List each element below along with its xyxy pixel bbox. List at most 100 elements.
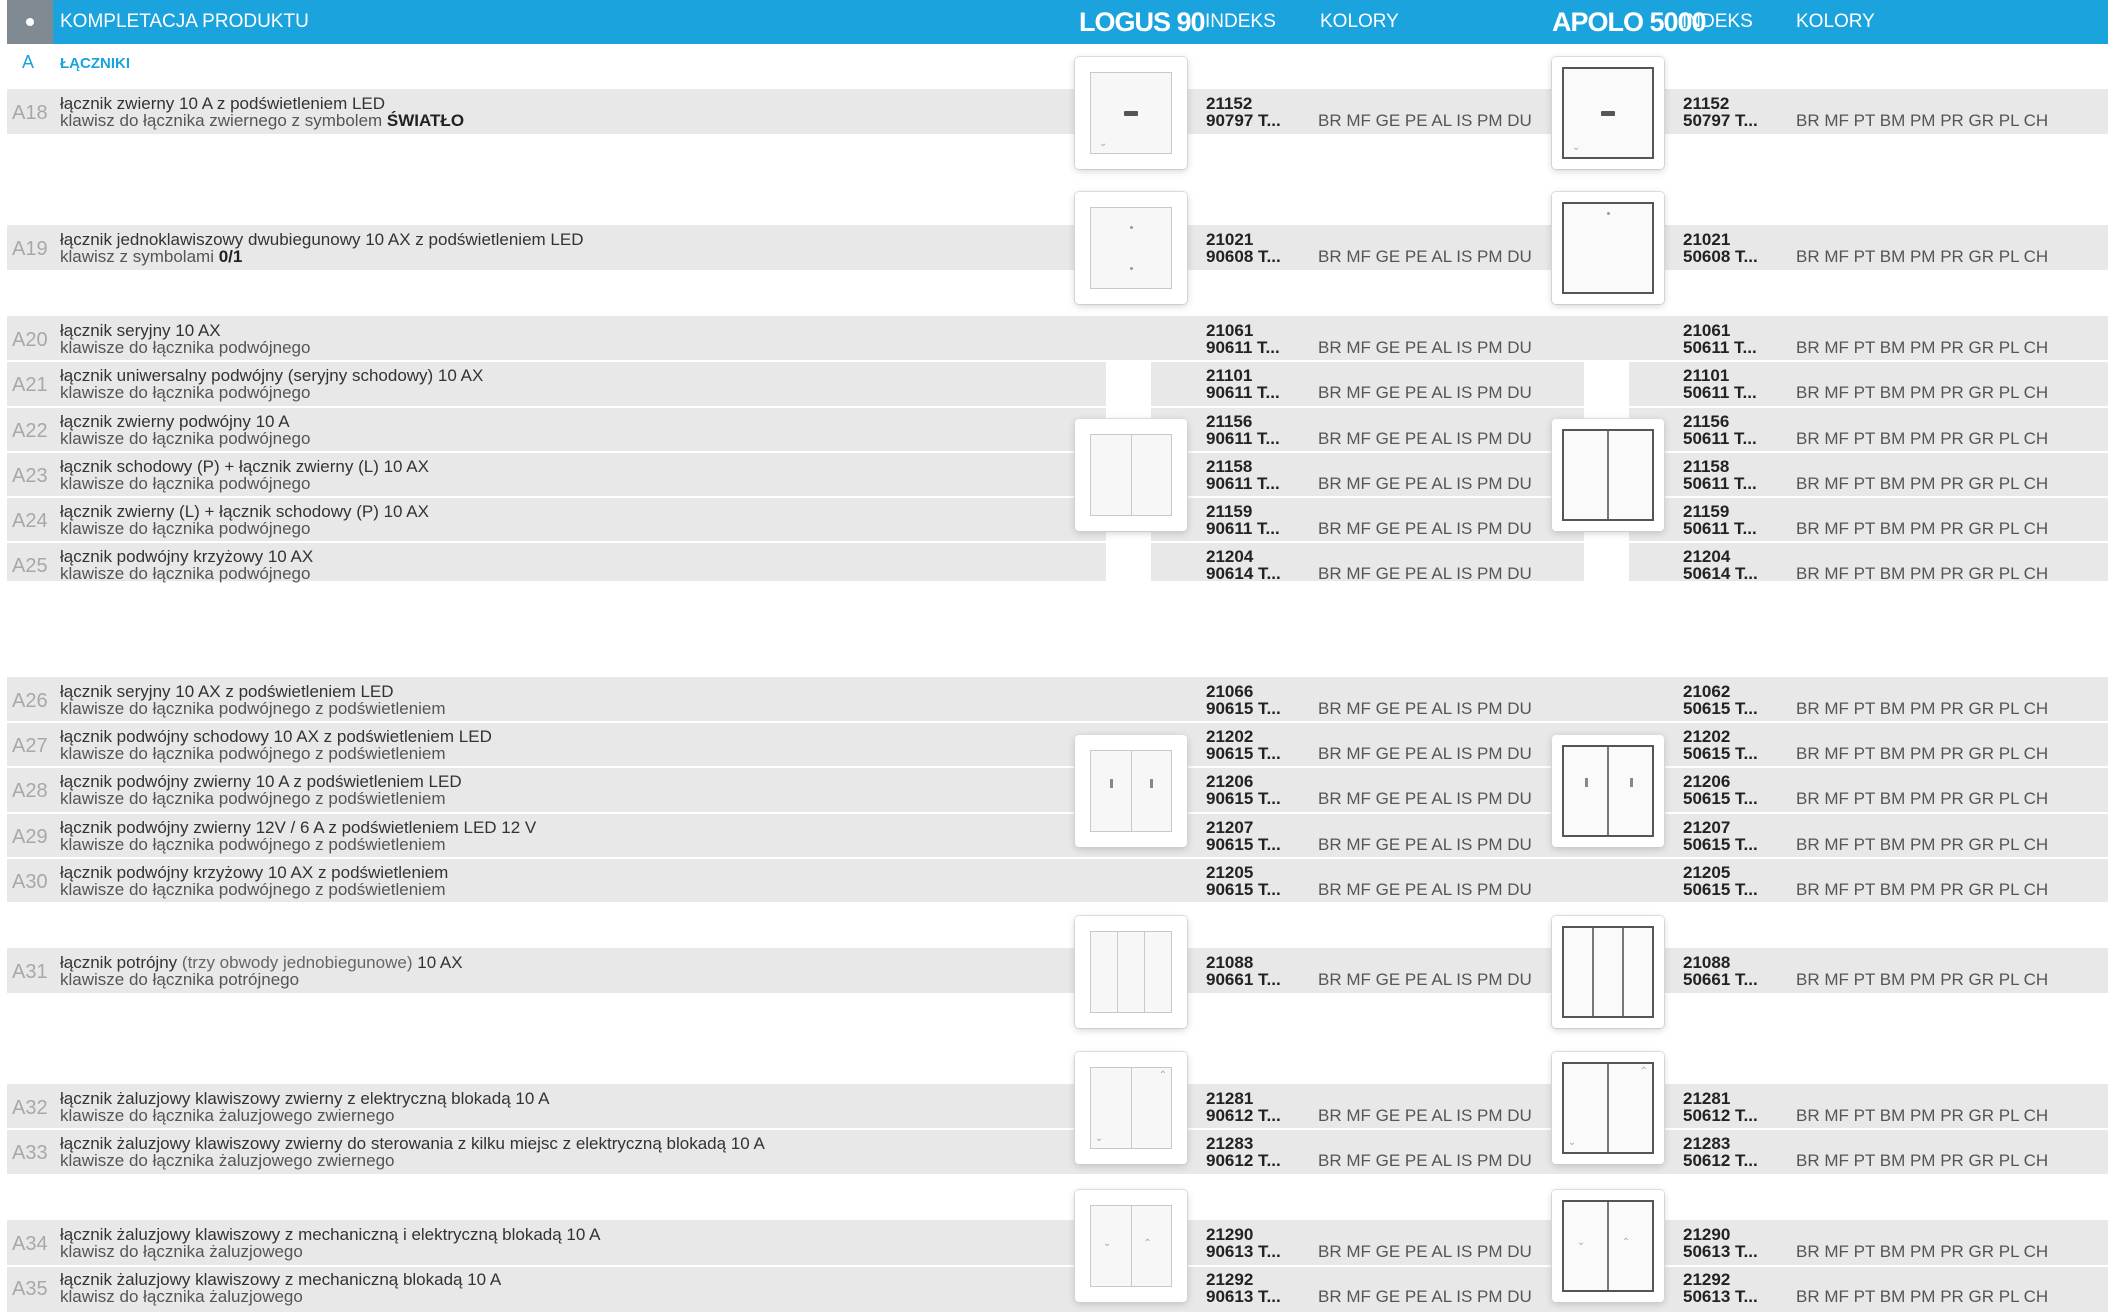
logus-index-key: 90608 T...: [1206, 247, 1281, 266]
apolo-index-key: 50613 T...: [1683, 1242, 1758, 1261]
apolo-colors: BR MF PT BM PM PR GR PL CH: [1796, 1106, 2049, 1125]
row-divider: [7, 1128, 2108, 1130]
logus-index-key: 90615 T...: [1206, 835, 1281, 854]
logus-blind-switch-image: ⌄ ⌃: [1075, 1052, 1187, 1164]
apolo-colors: BR MF PT BM PM PR GR PL CH: [1796, 835, 2049, 854]
header-indeks-logus: INDEKS: [1205, 11, 1276, 32]
logus-index-key: 90611 T...: [1206, 429, 1280, 448]
apolo-single-switch-image: [1552, 192, 1664, 304]
row-code: A25: [12, 555, 48, 577]
row-subtitle: klawisz z symbolami 0/1: [60, 248, 242, 266]
row-subtitle: klawisz do łącznika zwiernego z symbolem…: [60, 112, 464, 130]
logus-single-switch-led-image: ⌄: [1075, 57, 1187, 169]
apolo-colors: BR MF PT BM PM PR GR PL CH: [1796, 474, 2049, 493]
bullet-icon: [7, 0, 53, 44]
logus-index-key: 90611 T...: [1206, 338, 1280, 357]
row-subtitle: klawisze do łącznika podwójnego: [60, 384, 310, 402]
logus-colors: BR MF GE PE AL IS PM DU: [1318, 519, 1532, 538]
logus-index-key: 90614 T...: [1206, 564, 1281, 583]
row-spacer: [7, 587, 2108, 677]
logus-index-key: 90797 T...: [1206, 111, 1281, 130]
logus-index-key: 90615 T...: [1206, 699, 1281, 718]
row-subtitle-text: klawisze do łącznika podwójnego: [60, 429, 311, 448]
apolo-index-key: 50615 T...: [1683, 835, 1758, 854]
logus-colors: BR MF GE PE AL IS PM DU: [1318, 474, 1532, 493]
row-symbol-label: ŚWIATŁO: [386, 111, 465, 130]
logus-index-key: 90611 T...: [1206, 383, 1280, 402]
row-subtitle-text: klawisz do łącznika żaluzjowego: [60, 1242, 303, 1261]
apolo-colors: BR MF PT BM PM PR GR PL CH: [1796, 383, 2049, 402]
row-subtitle: klawisze do łącznika żaluzjowego zwierne…: [60, 1107, 395, 1125]
row-divider: [7, 406, 2108, 408]
row-subtitle: klawisz do łącznika żaluzjowego: [60, 1243, 303, 1261]
logus-index-key: 90612 T...: [1206, 1106, 1281, 1125]
row-subtitle: klawisze do łącznika podwójnego z podświ…: [60, 881, 446, 899]
header-kolory-logus: KOLORY: [1320, 11, 1399, 32]
logus-colors: BR MF GE PE AL IS PM DU: [1318, 970, 1532, 989]
apolo-index-key: 50615 T...: [1683, 880, 1758, 899]
apolo-index-key: 50612 T...: [1683, 1151, 1758, 1170]
logus-single-switch-image: [1075, 192, 1187, 304]
apolo-blind-mech-switch-image: ⌄ ⌃: [1552, 1190, 1664, 1302]
row-subtitle: klawisze do łącznika podwójnego: [60, 339, 310, 357]
row-code: A26: [12, 690, 48, 712]
apolo-colors: BR MF PT BM PM PR GR PL CH: [1796, 111, 2049, 130]
apolo-colors: BR MF PT BM PM PR GR PL CH: [1796, 519, 2049, 538]
logus-colors: BR MF GE PE AL IS PM DU: [1318, 338, 1532, 357]
row-subtitle: klawisze do łącznika podwójnego z podświ…: [60, 745, 446, 763]
logus-index-key: 90615 T...: [1206, 880, 1281, 899]
apolo-index-key: 50611 T...: [1683, 429, 1757, 448]
apolo-index-key: 50611 T...: [1683, 383, 1757, 402]
row-code: A30: [12, 871, 48, 893]
row-title-tail: 10 AX: [417, 953, 463, 972]
row-code: A22: [12, 420, 48, 442]
brand-logus: LOGUS 90: [1079, 7, 1206, 37]
row-subtitle-text: klawisze do łącznika potrójnego: [60, 970, 300, 989]
row-subtitle: klawisze do łącznika potrójnego: [60, 971, 299, 989]
row-subtitle-text: klawisze do łącznika podwójnego: [60, 338, 311, 357]
apolo-index-key: 50611 T...: [1683, 474, 1757, 493]
logus-colors: BR MF GE PE AL IS PM DU: [1318, 789, 1532, 808]
row-subtitle-text: klawisze do łącznika podwójnego z podświ…: [60, 880, 446, 899]
row-subtitle-text: klawisz do łącznika żaluzjowego: [60, 1287, 303, 1306]
row-subtitle-text: klawisze do łącznika podwójnego z podświ…: [60, 789, 446, 808]
apolo-index-key: 50615 T...: [1683, 744, 1758, 763]
row-code: A18: [12, 102, 48, 124]
logus-index-key: 90615 T...: [1206, 789, 1281, 808]
row-subtitle: klawisze do łącznika podwójnego z podświ…: [60, 790, 446, 808]
logus-colors: BR MF GE PE AL IS PM DU: [1318, 383, 1532, 402]
apolo-index-key: 50608 T...: [1683, 247, 1758, 266]
row-divider: [7, 451, 2108, 453]
row-subtitle-text: klawisze do łącznika żaluzjowego zwierne…: [60, 1151, 395, 1170]
logus-colors: BR MF GE PE AL IS PM DU: [1318, 429, 1532, 448]
apolo-colors: BR MF PT BM PM PR GR PL CH: [1796, 880, 2049, 899]
row-code: A35: [12, 1278, 48, 1300]
row-code: A20: [12, 329, 48, 351]
row-subtitle: klawisze do łącznika podwójnego z podświ…: [60, 836, 446, 854]
row-divider: [7, 360, 2108, 362]
row-code: A33: [12, 1142, 48, 1164]
logus-colors: BR MF GE PE AL IS PM DU: [1318, 111, 1532, 130]
logus-colors: BR MF GE PE AL IS PM DU: [1318, 1242, 1532, 1261]
apolo-colors: BR MF PT BM PM PR GR PL CH: [1796, 1151, 2049, 1170]
row-subtitle: klawisze do łącznika podwójnego: [60, 520, 310, 538]
logus-index-key: 90611 T...: [1206, 519, 1280, 538]
row-code: A29: [12, 826, 48, 848]
apolo-triple-switch-image: [1552, 916, 1664, 1028]
row-divider: [7, 766, 2108, 768]
apolo-index-key: 50611 T...: [1683, 519, 1757, 538]
row-divider: [7, 857, 2108, 859]
apolo-single-switch-led-image: ⌄: [1552, 57, 1664, 169]
logus-index-key: 90611 T...: [1206, 474, 1280, 493]
apolo-index-key: 50615 T...: [1683, 789, 1758, 808]
apolo-index-key: 50797 T...: [1683, 111, 1758, 130]
row-subtitle: klawisze do łącznika podwójnego: [60, 475, 310, 493]
apolo-colors: BR MF PT BM PM PR GR PL CH: [1796, 1242, 2049, 1261]
row-code: A24: [12, 510, 48, 532]
row-code: A23: [12, 465, 48, 487]
apolo-colors: BR MF PT BM PM PR GR PL CH: [1796, 789, 2049, 808]
logus-index-key: 90613 T...: [1206, 1287, 1281, 1306]
logus-colors: BR MF GE PE AL IS PM DU: [1318, 880, 1532, 899]
apolo-colors: BR MF PT BM PM PR GR PL CH: [1796, 1287, 2049, 1306]
row-code: A31: [12, 961, 48, 983]
